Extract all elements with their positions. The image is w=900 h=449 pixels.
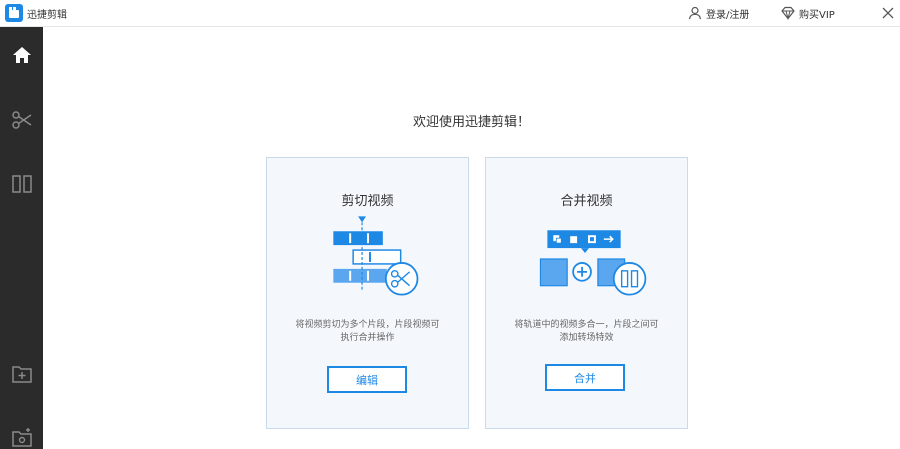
close-button[interactable] bbox=[880, 5, 896, 21]
home-icon bbox=[12, 47, 31, 63]
main-area: 欢迎使用迅捷剪辑！ 剪切视频 将视频剪切为多个片段，片段视频可 执行合并操作 编… bbox=[43, 27, 900, 449]
sidebar-item-split[interactable] bbox=[0, 162, 43, 206]
sidebar-item-home[interactable] bbox=[0, 33, 43, 77]
close-icon bbox=[882, 7, 894, 19]
folder-gear-icon bbox=[11, 428, 32, 447]
edit-button[interactable]: 编辑 bbox=[327, 366, 407, 393]
diamond-icon bbox=[781, 6, 795, 20]
scissors-icon bbox=[11, 111, 31, 129]
app-title: 迅捷剪辑 bbox=[27, 10, 67, 21]
welcome-title: 欢迎使用迅捷剪辑！ bbox=[412, 115, 530, 130]
sidebar-item-cut[interactable] bbox=[0, 98, 43, 142]
sidebar bbox=[0, 27, 43, 449]
merge-video-illustration bbox=[539, 230, 647, 296]
card-title: 合并视频 bbox=[560, 194, 613, 209]
login-button[interactable]: 登录/注册 bbox=[688, 5, 749, 21]
title-bar: 迅捷剪辑 登录/注册 购买VIP bbox=[0, 0, 900, 27]
card-description: 将轨道中的视频多合一，片段之间可 添加转场特效 bbox=[514, 320, 659, 343]
sidebar-item-add[interactable] bbox=[0, 352, 43, 396]
merge-video-card: 合并视频 将轨道中的视频多合一，片段之间可 添加转场特效 合并 bbox=[485, 157, 688, 429]
merge-button[interactable]: 合并 bbox=[545, 364, 625, 391]
user-icon bbox=[688, 6, 702, 20]
cut-video-illustration bbox=[333, 216, 419, 296]
app-logo-icon bbox=[5, 4, 23, 22]
buy-vip-button[interactable]: 购买VIP bbox=[781, 5, 835, 21]
sidebar-item-settings[interactable] bbox=[0, 415, 43, 449]
card-description: 将视频剪切为多个片段，片段视频可 执行合并操作 bbox=[295, 320, 440, 343]
add-file-icon bbox=[11, 366, 32, 383]
split-panels-icon bbox=[11, 175, 32, 193]
vip-label: 购买VIP bbox=[799, 9, 835, 21]
card-title: 剪切视频 bbox=[341, 194, 394, 209]
cut-video-card: 剪切视频 将视频剪切为多个片段，片段视频可 执行合并操作 编辑 bbox=[266, 157, 469, 429]
login-label: 登录/注册 bbox=[706, 9, 750, 21]
